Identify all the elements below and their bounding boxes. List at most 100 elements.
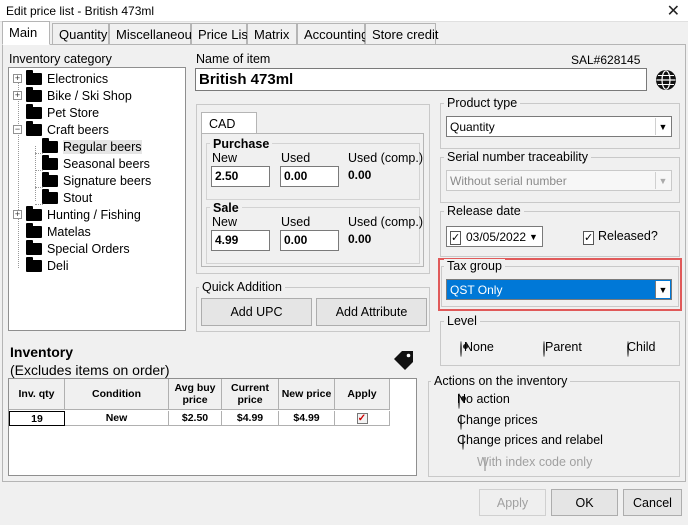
change-prices-label: Change prices (457, 413, 538, 427)
release-date-value: 03/05/2022 (466, 230, 527, 244)
folder-icon (26, 239, 42, 255)
tax-group-select[interactable]: QST Only ▼ (446, 279, 672, 300)
chevron-down-icon: ▼ (655, 118, 670, 135)
item-name-field[interactable]: British 473ml (195, 68, 647, 91)
purchase-used-field[interactable]: 0.00 (280, 166, 339, 187)
sale-new-field[interactable]: 4.99 (211, 230, 270, 251)
inventory-table: Inv. qty Condition Avg buy price Current… (8, 378, 417, 476)
apply-checkbox[interactable]: ✓ (356, 413, 368, 424)
cell-current-price[interactable]: $4.99 (222, 411, 279, 426)
serial-label: Serial number traceability (444, 150, 592, 164)
cell-apply[interactable]: ✓ (335, 411, 390, 426)
add-upc-button[interactable]: Add UPC (201, 298, 312, 326)
sku-label: SAL#628145 (571, 53, 641, 67)
level-child-label: Child (627, 340, 656, 354)
sale-used-label: Used (281, 215, 311, 229)
chevron-down-icon: ▼ (655, 281, 670, 298)
tree-item-bike-ski-shop[interactable]: + Bike / Ski Shop (13, 86, 132, 104)
cell-inv-qty[interactable]: 19 (9, 411, 65, 426)
inventory-title: Inventory (10, 344, 74, 360)
title-bar: Edit price list - British 473ml ✕ (0, 0, 688, 22)
apply-button[interactable]: Apply (479, 489, 546, 516)
open-folder-icon (42, 137, 58, 153)
tab-matrix[interactable]: Matrix (247, 23, 297, 44)
tag-icon (394, 351, 413, 370)
tree-item-special-orders[interactable]: Special Orders (26, 239, 130, 257)
sale-used-comp-label: Used (comp.) (348, 215, 424, 229)
chevron-down-icon: ▼ (655, 172, 670, 189)
expand-icon[interactable]: + (13, 210, 22, 219)
folder-icon (26, 256, 42, 272)
release-date-label: Release date (444, 204, 524, 218)
tab-cad[interactable]: CAD (201, 112, 257, 134)
tree-item-seasonal-beers[interactable]: Seasonal beers (42, 154, 150, 172)
folder-icon (26, 86, 42, 102)
expand-icon[interactable]: + (13, 74, 22, 83)
release-date-picker[interactable]: ✓ 03/05/2022 ▼ (446, 226, 543, 247)
index-code-label: With index code only (477, 455, 593, 469)
inventory-subtitle: (Excludes items on order) (10, 362, 170, 378)
column-header[interactable]: Inv. qty (9, 379, 65, 410)
purchase-used-label: Used (281, 151, 311, 165)
column-header[interactable]: Condition (65, 379, 169, 410)
folder-icon (26, 205, 42, 221)
collapse-icon[interactable]: − (13, 125, 22, 134)
tree-item-pet-store[interactable]: Pet Store (26, 103, 99, 121)
cell-new-price[interactable]: $4.99 (279, 411, 335, 426)
purchase-used-comp-value: 0.00 (348, 168, 372, 182)
tree-item-stout[interactable]: Stout (42, 188, 92, 206)
released-checkbox[interactable]: ✓ (583, 231, 595, 245)
ok-button[interactable]: OK (551, 489, 618, 516)
tab-accounting[interactable]: Accounting (297, 23, 368, 44)
column-header[interactable]: Current price (222, 379, 279, 410)
column-header[interactable]: Avg buy price (169, 379, 222, 410)
product-type-select[interactable]: Quantity ▼ (446, 116, 672, 137)
tab-quantity[interactable]: Quantity (52, 23, 109, 44)
folder-icon (26, 222, 42, 238)
purchase-used-comp-label: Used (comp.) (348, 151, 424, 165)
tree-item-regular-beers[interactable]: Regular beers (42, 137, 142, 155)
tree-item-matelas[interactable]: Matelas (26, 222, 91, 240)
expand-icon[interactable]: + (13, 91, 22, 100)
tree-item-deli[interactable]: Deli (26, 256, 69, 274)
globe-icon[interactable] (655, 69, 677, 91)
folder-icon (42, 154, 58, 170)
tree-item-craft-beers[interactable]: − Craft beers (13, 120, 109, 138)
tree-item-signature-beers[interactable]: Signature beers (42, 171, 151, 189)
column-header[interactable]: New price (279, 379, 335, 410)
quick-addition-title: Quick Addition (199, 280, 285, 294)
tax-group-label: Tax group (444, 259, 505, 273)
no-action-label: No action (457, 392, 510, 406)
purchase-new-field[interactable]: 2.50 (211, 166, 270, 187)
level-label: Level (444, 314, 480, 328)
sale-title: Sale (210, 201, 242, 215)
sale-new-label: New (212, 215, 238, 229)
folder-icon (42, 188, 58, 204)
cell-avg-buy-price[interactable]: $2.50 (169, 411, 222, 426)
released-label: Released? (598, 229, 658, 243)
product-type-label: Product type (444, 96, 521, 110)
release-date-checkbox[interactable]: ✓ (450, 231, 462, 245)
tab-price-list[interactable]: Price List (191, 23, 251, 44)
level-parent-label: Parent (545, 340, 582, 354)
add-attribute-button[interactable]: Add Attribute (316, 298, 427, 326)
tab-store-credit[interactable]: Store credit (365, 23, 438, 44)
serial-select[interactable]: Without serial number ▼ (446, 170, 672, 191)
tab-miscellaneous[interactable]: Miscellaneous (109, 23, 198, 44)
purchase-title: Purchase (210, 137, 273, 151)
cancel-button[interactable]: Cancel (623, 489, 682, 516)
sale-used-field[interactable]: 0.00 (280, 230, 339, 251)
category-tree[interactable]: + Electronics + Bike / Ski Shop Pet Store … (8, 67, 186, 331)
window-title: Edit price list - British 473ml (6, 4, 155, 18)
inventory-category-label: Inventory category (9, 52, 112, 66)
tree-item-electronics[interactable]: + Electronics (13, 69, 108, 87)
column-header[interactable]: Apply (335, 379, 390, 410)
change-prices-relabel-label: Change prices and relabel (457, 433, 603, 447)
actions-title: Actions on the inventory (431, 374, 571, 388)
tab-main[interactable]: Main (2, 21, 50, 45)
chevron-down-icon: ▼ (526, 228, 541, 245)
folder-icon (26, 69, 42, 85)
close-icon[interactable]: ✕ (667, 1, 680, 21)
cell-condition[interactable]: New (65, 411, 169, 426)
tree-item-hunting-fishing[interactable]: + Hunting / Fishing (13, 205, 141, 223)
